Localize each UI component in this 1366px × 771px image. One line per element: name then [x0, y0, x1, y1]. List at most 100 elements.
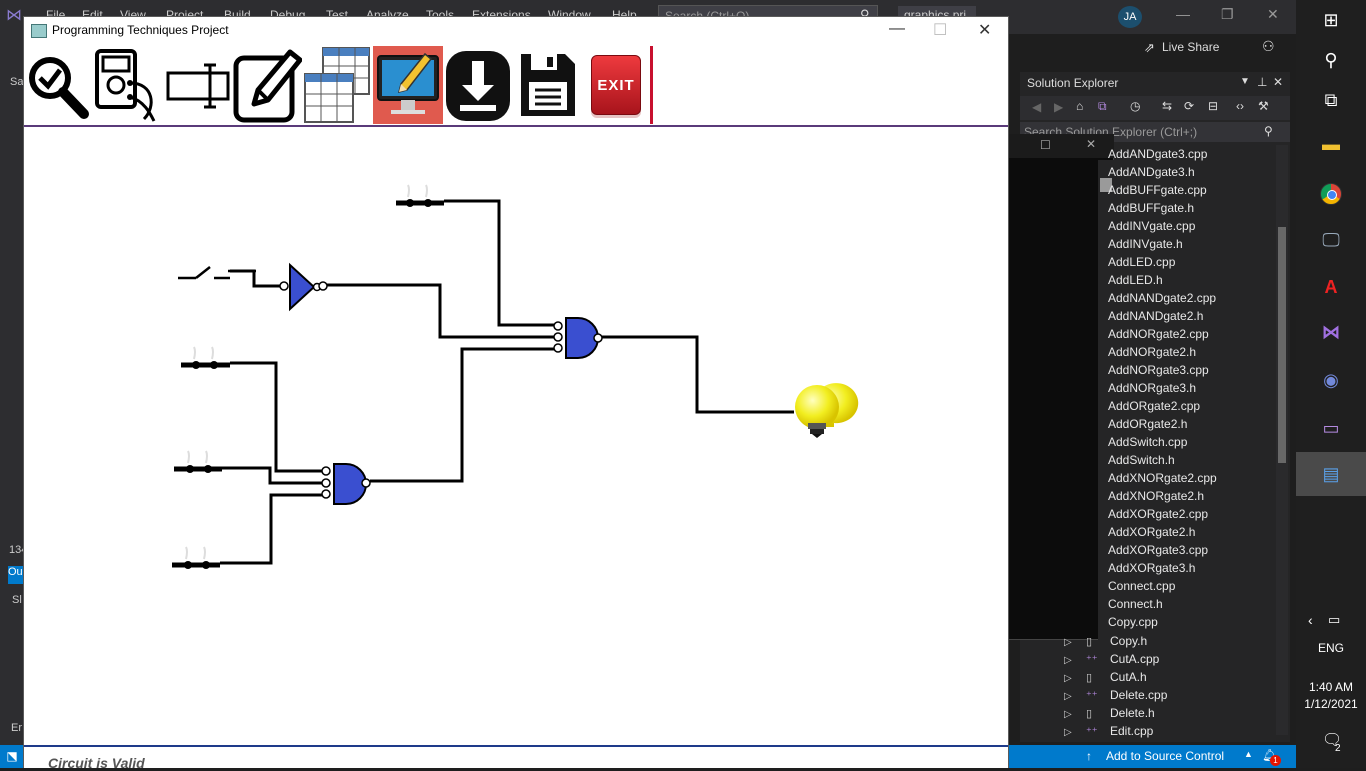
solution-file-item[interactable]: AddBUFFgate.cpp — [1108, 181, 1278, 199]
solution-file-item[interactable]: AddLED.h — [1108, 271, 1278, 289]
properties-icon[interactable]: ⚒ — [1258, 99, 1269, 113]
solution-file-item[interactable]: ▷ ▯ Delete.h — [1064, 704, 1284, 722]
solution-file-item[interactable]: AddXNORgate2.cpp — [1108, 469, 1278, 487]
solution-file-item[interactable]: AddINVgate.h — [1108, 235, 1278, 253]
discord-icon[interactable]: ◉ — [1316, 368, 1346, 392]
pin-icon[interactable]: ⊥ — [1257, 75, 1267, 89]
solution-file-item[interactable]: AddNORgate2.h — [1108, 343, 1278, 361]
buffer-gate — [279, 262, 328, 312]
search-icon[interactable]: ⚲ — [1316, 48, 1346, 72]
refresh-icon[interactable]: ⟳ — [1184, 99, 1194, 113]
clock-date: 1/12/2021 — [1304, 697, 1358, 711]
load-tool[interactable] — [443, 46, 513, 124]
and-gate-upper — [553, 317, 603, 359]
minimize-icon[interactable]: — — [889, 20, 905, 38]
home-icon[interactable]: ⌂ — [1076, 99, 1083, 113]
console-close-icon[interactable]: ✕ — [1086, 137, 1096, 151]
live-share-button[interactable]: Live Share — [1162, 40, 1219, 54]
visual-studio-icon[interactable]: ⋈ — [1316, 320, 1346, 344]
console-restore-icon[interactable]: ☐ — [1040, 138, 1051, 152]
task-view-icon[interactable]: ⧉ — [1316, 88, 1346, 112]
solution-file-item[interactable]: AddLED.cpp — [1108, 253, 1278, 271]
solution-file-item[interactable]: ▷ ⁺⁺ CutA.cpp — [1064, 650, 1284, 668]
monitor-pencil-icon — [377, 52, 439, 114]
project-app-icon[interactable]: ▤ — [1316, 462, 1346, 486]
header-file-icon: ▯ — [1086, 636, 1093, 648]
solution-file-item[interactable]: ▷ ⁺⁺ Edit.cpp — [1064, 722, 1284, 740]
chrome-icon[interactable] — [1316, 182, 1346, 206]
label-tool[interactable] — [163, 46, 233, 124]
solution-file-item[interactable]: AddXORgate3.cpp — [1108, 541, 1278, 559]
circuit-canvas[interactable] — [24, 127, 1008, 745]
validate-tool[interactable] — [25, 46, 91, 124]
design-mode-tool[interactable] — [373, 46, 443, 124]
code-icon[interactable]: ‹› — [1236, 99, 1244, 113]
solution-file-item[interactable]: AddXORgate2.cpp — [1108, 505, 1278, 523]
back-icon[interactable]: ◀ — [1032, 100, 1041, 114]
solution-file-item[interactable]: Copy.cpp — [1108, 613, 1278, 631]
edit-tool[interactable] — [232, 46, 302, 124]
solution-file-item[interactable]: AddSwitch.h — [1108, 451, 1278, 469]
wire-and3-to-led — [602, 335, 794, 414]
vs-minimize-icon[interactable]: — — [1176, 6, 1190, 22]
vs-restore-icon[interactable]: ❐ — [1221, 6, 1234, 23]
start-icon[interactable]: ⊞ — [1316, 8, 1346, 32]
solution-file-item[interactable]: ▷ ▯ CutA.h — [1064, 668, 1284, 686]
solution-scroll-thumb[interactable] — [1278, 227, 1286, 463]
sync-icon[interactable]: ⇆ — [1162, 99, 1172, 113]
maximize-icon[interactable]: ☐ — [933, 20, 947, 40]
solution-file-item[interactable]: Connect.h — [1108, 595, 1278, 613]
save-tool[interactable] — [513, 46, 583, 124]
vs-logo-icon[interactable]: ⋈ — [6, 5, 22, 25]
battery-icon[interactable]: ▭ — [1328, 612, 1340, 628]
left-tab-output[interactable]: Ou — [8, 566, 24, 584]
exit-tool[interactable]: EXIT — [586, 46, 646, 124]
language-indicator[interactable]: ENG — [1300, 641, 1362, 655]
chevron-left-icon[interactable]: ‹ — [1308, 612, 1313, 628]
solution-file-item[interactable]: Connect.cpp — [1108, 577, 1278, 595]
solution-file-item[interactable]: AddANDgate3.cpp — [1108, 145, 1278, 163]
solution-file-item[interactable]: AddNORgate3.cpp — [1108, 361, 1278, 379]
solution-file-label: Copy.h — [1110, 634, 1148, 648]
truth-table-tool[interactable] — [303, 46, 373, 124]
clock[interactable]: 1:40 AM 1/12/2021 — [1300, 679, 1362, 713]
expand-chevron-icon[interactable]: ▷ — [1064, 724, 1086, 742]
add-to-source-control[interactable]: Add to Source Control — [1106, 749, 1224, 763]
pending-changes-icon[interactable]: ◷ — [1130, 99, 1140, 113]
panel-dropdown-icon[interactable]: ▼ — [1240, 76, 1250, 87]
solution-file-item[interactable]: AddNORgate3.h — [1108, 379, 1278, 397]
solution-scrollbar[interactable] — [1276, 145, 1288, 735]
vs-debug-console-icon[interactable]: ▭ — [1316, 416, 1346, 440]
vs-close-icon[interactable]: ✕ — [1267, 6, 1279, 23]
wire-and2-to-and3 — [370, 347, 556, 483]
solution-file-item[interactable]: AddXORgate2.h — [1108, 523, 1278, 541]
panel-close-icon[interactable]: ✕ — [1273, 75, 1283, 89]
feedback-icon[interactable]: ⚇ — [1262, 38, 1275, 55]
forward-icon[interactable]: ▶ — [1054, 100, 1063, 114]
led-bulb-icon — [795, 383, 859, 438]
remote-desktop-icon[interactable]: 🖵︎ — [1316, 228, 1346, 252]
status-message: Circuit is Valid — [48, 755, 145, 771]
solution-file-item[interactable]: ▷ ▯ Copy.h — [1064, 632, 1284, 650]
avatar[interactable]: JA — [1118, 6, 1142, 28]
solution-file-item[interactable]: AddXORgate3.h — [1108, 559, 1278, 577]
file-explorer-icon[interactable]: ▬ — [1316, 132, 1346, 156]
switch-views-icon[interactable]: ⧉ — [1098, 99, 1107, 114]
solution-file-item[interactable]: AddXNORgate2.h — [1108, 487, 1278, 505]
notification-badge: 1 — [1270, 755, 1281, 766]
solution-file-item[interactable]: AddNANDgate2.h — [1108, 307, 1278, 325]
acrobat-icon[interactable]: A — [1316, 275, 1346, 299]
solution-file-item[interactable]: AddSwitch.cpp — [1108, 433, 1278, 451]
solution-file-item[interactable]: AddANDgate3.h — [1108, 163, 1278, 181]
close-icon[interactable]: ✕ — [978, 20, 991, 40]
probe-tool[interactable] — [93, 46, 163, 124]
solution-file-item[interactable]: ▷ ⁺⁺ Delete.cpp — [1064, 686, 1284, 704]
solution-file-item[interactable]: AddORgate2.cpp — [1108, 397, 1278, 415]
label-icon — [166, 63, 230, 109]
solution-file-item[interactable]: AddBUFFgate.h — [1108, 199, 1278, 217]
solution-file-item[interactable]: AddINVgate.cpp — [1108, 217, 1278, 235]
solution-file-item[interactable]: AddNANDgate2.cpp — [1108, 289, 1278, 307]
solution-file-item[interactable]: AddORgate2.h — [1108, 415, 1278, 433]
collapse-all-icon[interactable]: ⊟ — [1208, 99, 1218, 113]
solution-file-item[interactable]: AddNORgate2.cpp — [1108, 325, 1278, 343]
